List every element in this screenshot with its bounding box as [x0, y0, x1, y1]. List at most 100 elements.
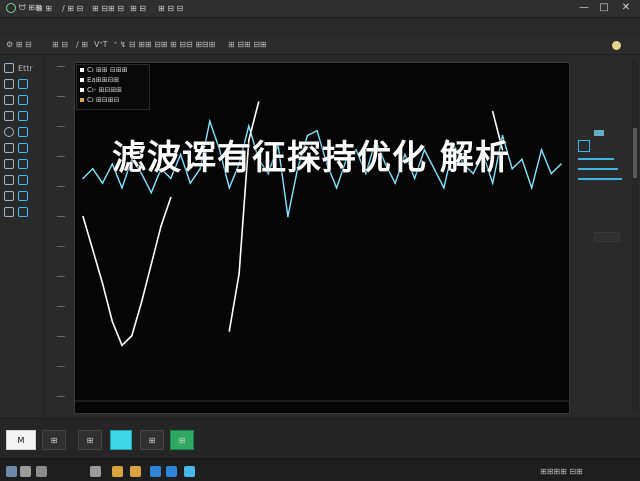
toolbar-item-6[interactable]: ⊞ ⊟⊞ ⊟⊞ [228, 40, 267, 49]
data-point [228, 330, 231, 332]
y-tick-mark [57, 336, 65, 337]
chart-app-icon[interactable] [184, 466, 195, 477]
panel-track[interactable] [578, 158, 614, 160]
minimize-button[interactable]: — [578, 2, 590, 14]
sidebar-item-shape[interactable] [4, 110, 40, 122]
control-button[interactable]: ⊞ [140, 430, 164, 450]
folder-icon[interactable] [112, 466, 123, 477]
circle-secondary-icon [18, 127, 28, 137]
y-tick-mark [57, 246, 65, 247]
app-icon [6, 3, 16, 13]
scrollbar-thumb[interactable] [633, 128, 637, 178]
overlay-title: 滤波诨有征探持优化 解析 [112, 138, 510, 178]
data-point [121, 187, 123, 189]
toolbar-item-3[interactable]: VᐩT [94, 40, 107, 49]
sidebar-item-circle[interactable] [4, 126, 40, 138]
right-panel [572, 128, 630, 188]
start-icon[interactable] [6, 466, 17, 477]
data-point [82, 177, 84, 180]
sidebar-item-layer[interactable] [4, 158, 40, 170]
browser-icon[interactable] [150, 466, 161, 477]
panel-track[interactable] [578, 168, 618, 170]
triangle-icon [4, 191, 14, 201]
panel-track[interactable] [578, 178, 622, 180]
data-point [111, 320, 114, 323]
data-point [121, 344, 123, 347]
menu-item-view[interactable]: ⊞ ⊟⊞ ⊟ [92, 2, 124, 14]
data-point [335, 187, 338, 189]
settings-dot-icon[interactable] [612, 41, 621, 50]
y-tick-mark [57, 156, 65, 157]
y-tick-mark [57, 366, 65, 367]
data-point [394, 182, 397, 184]
toolbar-item-2[interactable]: ∕ ⊞ [76, 40, 88, 49]
toolbar-item-1[interactable]: ⊞ ⊟ [52, 40, 68, 49]
panel-small-control[interactable] [594, 232, 620, 242]
menu-item-help[interactable]: ⊞ ⊟ ⊟ [158, 2, 183, 14]
data-point [443, 187, 445, 189]
maximize-button[interactable]: □ [598, 2, 610, 14]
data-point [257, 101, 260, 103]
mode-button[interactable]: M [6, 430, 36, 450]
sidebar-item-pencil[interactable] [4, 94, 40, 106]
tray-status[interactable]: ⊞⊞⊞⊞ ⊟⊞ [540, 467, 583, 476]
layer-icon [4, 159, 14, 169]
data-point [92, 249, 94, 251]
toolbar-item-0[interactable]: ⚙ ⊞ ⊟ [6, 40, 32, 49]
data-point [209, 120, 211, 122]
menu-item-file[interactable]: ⊟ ⊞ [36, 2, 52, 14]
taskbar-app-icon[interactable] [90, 466, 101, 477]
toolbar-item-4[interactable]: ᐩ ↯ ⊟ ⊞⊞ ⊟⊞ [114, 40, 168, 49]
y-axis-column [47, 56, 73, 416]
signal-chart [75, 101, 569, 402]
data-point [228, 187, 231, 189]
data-point [101, 182, 104, 184]
data-point [82, 215, 84, 218]
menu-item-tools[interactable]: ⊞ ⊟ [130, 2, 146, 14]
panel-toggle-icon[interactable] [578, 140, 590, 152]
legend-swatch [80, 98, 84, 102]
legend-entry: Cı ⊞⊞ ⊟⊞⊞ [77, 65, 149, 75]
apply-button[interactable]: ⊞ [170, 430, 194, 450]
toolbar-item-5[interactable]: ⊞ ⊟⊟ ⊞⊟⊞ [170, 40, 215, 49]
data-point [101, 282, 104, 285]
data-point [560, 163, 562, 165]
control-button[interactable]: ⊞ [42, 430, 66, 450]
data-point [150, 263, 153, 265]
legend-entry: Cı ⊞⊟⊞⊟ [77, 95, 149, 105]
pen-icon [4, 63, 14, 73]
marker-secondary-icon [18, 175, 28, 185]
taskview-icon[interactable] [36, 466, 47, 477]
shape-icon [4, 111, 14, 121]
y-tick-mark [57, 216, 65, 217]
sidebar-item-brush[interactable] [4, 78, 40, 90]
chart-legend: Cı ⊞⊞ ⊟⊞⊞ Ea⊞⊞⊟⊞ Cı- ⊞⊟⊞⊞ Cı ⊞⊟⊞⊟ [76, 64, 150, 110]
plot-area[interactable] [74, 62, 570, 414]
brush-icon [4, 79, 14, 89]
color-swatch-button[interactable] [110, 430, 132, 450]
pencil-secondary-icon [18, 95, 28, 105]
y-tick-mark [57, 126, 65, 127]
folder-icon[interactable] [130, 466, 141, 477]
editor-icon[interactable] [166, 466, 177, 477]
data-point [131, 335, 133, 337]
node-secondary-icon [18, 143, 28, 153]
y-tick-mark [57, 306, 65, 307]
data-point [170, 196, 172, 199]
y-tick-mark [57, 96, 65, 97]
menu-item-edit[interactable]: ∕ ⊞ ⊟ [62, 2, 83, 14]
sidebar-item-pen[interactable]: Ettr [4, 62, 40, 74]
control-button[interactable]: ⊞ [78, 430, 102, 450]
legend-entry: Ea⊞⊞⊟⊞ [77, 75, 149, 85]
vertical-scrollbar[interactable] [632, 60, 638, 410]
sidebar-item-marker[interactable] [4, 174, 40, 186]
link-icon [4, 207, 14, 217]
search-icon[interactable] [20, 466, 31, 477]
sidebar-item-node[interactable] [4, 142, 40, 154]
sidebar-item-triangle[interactable] [4, 190, 40, 202]
layer-secondary-icon [18, 159, 28, 169]
marker-icon [4, 175, 14, 185]
y-tick-mark [57, 396, 65, 397]
sidebar-item-link[interactable] [4, 206, 40, 218]
close-button[interactable]: ✕ [620, 2, 632, 14]
